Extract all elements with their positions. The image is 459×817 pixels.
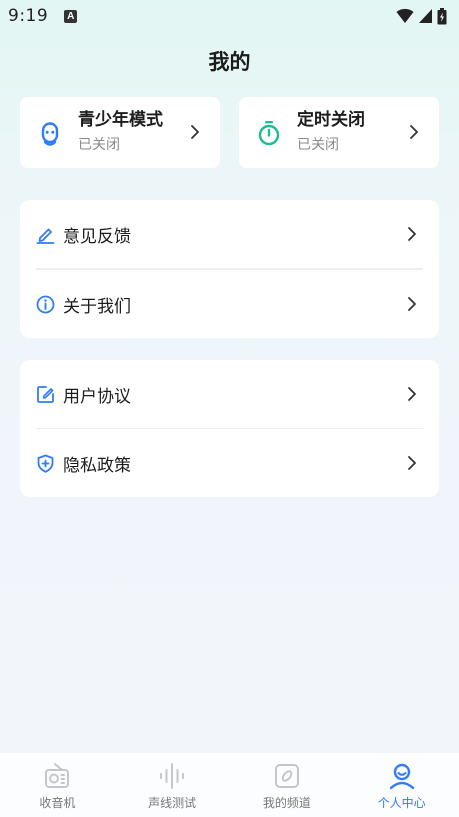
radio-icon <box>45 763 70 788</box>
tab-personal-center-label: 个人中心 <box>377 796 426 810</box>
status-bar: 9:19 A <box>0 0 459 32</box>
shield-plus-icon <box>37 454 54 473</box>
tab-personal-center[interactable]: 个人中心 <box>344 753 459 817</box>
privacy-policy-label: 隐私政策 <box>63 455 131 476</box>
edit-document-icon <box>37 385 54 403</box>
tab-voice-test[interactable]: 声线测试 <box>115 753 230 817</box>
tab-my-channel-label: 我的频道 <box>262 796 311 810</box>
settings-group-2: 用户协议 隐私政策 <box>20 360 439 497</box>
tab-voice-test-label: 声线测试 <box>148 796 197 810</box>
tab-radio-label: 收音机 <box>39 796 76 810</box>
channel-icon <box>274 764 299 788</box>
chevron-right-icon <box>410 125 418 139</box>
feedback-label: 意见反馈 <box>63 226 131 247</box>
tab-my-channel[interactable]: 我的频道 <box>230 753 345 817</box>
page-title: 我的 <box>208 50 251 74</box>
person-icon <box>389 763 414 790</box>
battery-icon <box>437 7 447 24</box>
chevron-right-icon <box>408 297 416 311</box>
wifi-icon <box>396 8 414 23</box>
youth-mode-title: 青少年模式 <box>78 110 163 130</box>
feedback-row[interactable]: 意见反馈 <box>20 200 439 268</box>
soundwave-icon <box>160 763 185 789</box>
tab-radio[interactable]: 收音机 <box>0 753 115 817</box>
chevron-right-icon <box>191 125 199 139</box>
timer-off-status: 已关闭 <box>297 137 339 153</box>
bottom-tab-bar: 收音机 声线测试 我的频道 个人中心 <box>0 753 459 817</box>
about-us-row[interactable]: 关于我们 <box>20 270 439 338</box>
user-agreement-label: 用户协议 <box>63 386 131 407</box>
user-agreement-row[interactable]: 用户协议 <box>20 360 439 428</box>
youth-mode-card[interactable]: 青少年模式 已关闭 <box>20 97 220 168</box>
chevron-right-icon <box>408 227 416 241</box>
cellular-signal-icon <box>419 9 432 23</box>
youth-mode-status: 已关闭 <box>78 137 120 153</box>
status-time: 9:19 <box>8 6 49 26</box>
settings-group-1: 意见反馈 关于我们 <box>20 200 439 338</box>
notification-a-icon: A <box>64 9 78 23</box>
privacy-policy-row[interactable]: 隐私政策 <box>20 429 439 497</box>
timer-off-card[interactable]: 定时关闭 已关闭 <box>239 97 439 168</box>
about-us-label: 关于我们 <box>63 296 131 317</box>
chevron-right-icon <box>408 456 416 470</box>
chevron-right-icon <box>408 387 416 401</box>
info-icon <box>36 295 55 313</box>
robot-face-icon <box>41 121 59 146</box>
stopwatch-icon <box>258 120 280 145</box>
timer-off-title: 定时关闭 <box>297 110 365 130</box>
pen-icon <box>36 228 55 244</box>
